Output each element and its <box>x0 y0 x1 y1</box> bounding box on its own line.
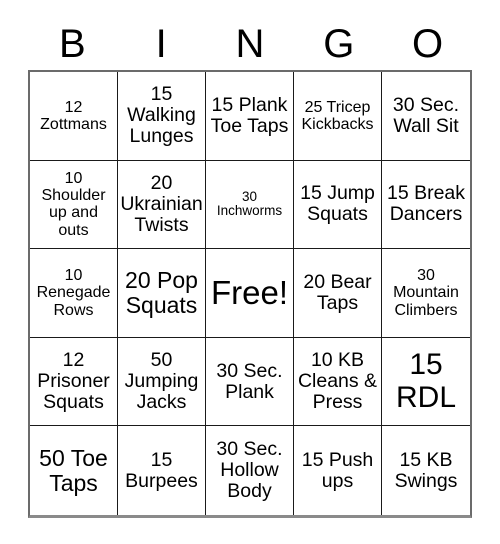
bingo-cell-r3c1[interactable]: 10 Renegade Rows <box>30 249 118 338</box>
bingo-header: BINGO <box>28 18 472 70</box>
bingo-cell-r5c5[interactable]: 15 KB Swings <box>382 426 470 515</box>
bingo-cell-label: 50 Jumping Jacks <box>124 349 199 414</box>
bingo-header-letter-o: O <box>412 22 444 66</box>
bingo-cell-label: 30 Sec. Plank <box>216 359 283 403</box>
bingo-header-letter-b: B <box>59 22 86 66</box>
bingo-cell-label: 12 Zottmans <box>40 98 107 133</box>
bingo-cell-label: 15 Walking Lunges <box>127 83 196 148</box>
bingo-cell-r5c2[interactable]: 15 Burpees <box>118 426 206 515</box>
bingo-cell-label: 15 Burpees <box>125 448 198 492</box>
bingo-cell-label: 15 RDL <box>395 348 456 414</box>
bingo-cell-r1c4[interactable]: 25 Tricep Kickbacks <box>294 72 382 161</box>
bingo-cell-r2c4[interactable]: 15 Jump Squats <box>294 160 382 250</box>
bingo-cell-label: 30 Sec. Hollow Body <box>216 438 283 503</box>
bingo-cell-r4c3[interactable]: 30 Sec. Plank <box>206 337 294 427</box>
bingo-cell-r2c5[interactable]: 15 Break Dancers <box>382 160 470 250</box>
bingo-card: B I N G O 12 Zottmans 15 Walking Lunges 15 Pla… <box>0 0 500 544</box>
bingo-cell-r4c4[interactable]: 10 KB Cleans & Press <box>294 337 382 427</box>
bingo-grid: 12 Zottmans 15 Walking Lunges 15 Plank Toe… <box>28 70 472 518</box>
bingo-cell-r4c5[interactable]: 15 RDL <box>382 337 470 427</box>
bingo-cell-r4c1[interactable]: 12 Prisoner Squats <box>30 337 118 427</box>
bingo-cell-label: 20 Bear Taps <box>303 270 372 314</box>
bingo-cell-label: 15 Break Dancers <box>386 182 466 226</box>
bingo-cell-label: 30 Mountain Climbers <box>393 267 459 319</box>
bingo-cell-label: 15 Push ups <box>301 448 374 492</box>
bingo-cell-label: 15 KB Swings <box>394 448 458 492</box>
bingo-cell-label: 20 Ukrainian Twists <box>120 171 203 236</box>
bingo-cell-label: Free! <box>210 274 289 312</box>
bingo-cell-r4c2[interactable]: 50 Jumping Jacks <box>118 337 206 427</box>
bingo-cell-label: 10 Renegade Rows <box>36 267 111 319</box>
bingo-cell-label: 10 KB Cleans & Press <box>297 349 378 414</box>
bingo-cell-label: 15 Plank Toe Taps <box>210 93 289 137</box>
bingo-cell-label: 20 Pop Squats <box>125 267 198 318</box>
bingo-cell-r5c4[interactable]: 15 Push ups <box>294 426 382 515</box>
bingo-cell-label: 50 Toe Taps <box>39 444 108 496</box>
bingo-cell-r3c4[interactable]: 20 Bear Taps <box>294 249 382 338</box>
bingo-cell-label: 30 Sec. Wall Sit <box>392 93 460 137</box>
bingo-cell-r1c3[interactable]: 15 Plank Toe Taps <box>206 72 294 161</box>
bingo-header-letter-g: G <box>323 22 355 66</box>
bingo-cell-r5c3[interactable]: 30 Sec. Hollow Body <box>206 426 294 515</box>
bingo-header-letter-n: N <box>235 22 265 66</box>
bingo-cell-label: 10 Shoulder up and outs <box>41 169 106 239</box>
bingo-cell-label: 25 Tricep Kickbacks <box>301 98 374 133</box>
bingo-cell-r5c1[interactable]: 50 Toe Taps <box>30 426 118 515</box>
bingo-cell-label: 12 Prisoner Squats <box>37 349 110 414</box>
bingo-cell-r2c3[interactable]: 30 Inchworms <box>206 160 294 250</box>
bingo-cell-r2c1[interactable]: 10 Shoulder up and outs <box>30 160 118 250</box>
bingo-cell-r3c5[interactable]: 30 Mountain Climbers <box>382 249 470 338</box>
bingo-cell-r1c1[interactable]: 12 Zottmans <box>30 72 118 161</box>
bingo-cell-r1c5[interactable]: 30 Sec. Wall Sit <box>382 72 470 161</box>
bingo-cell-r3c2[interactable]: 20 Pop Squats <box>118 249 206 338</box>
bingo-cell-label: 30 Inchworms <box>216 188 283 219</box>
bingo-cell-r2c2[interactable]: 20 Ukrainian Twists <box>118 160 206 250</box>
bingo-free-space[interactable]: Free! <box>206 249 294 338</box>
bingo-cell-r1c2[interactable]: 15 Walking Lunges <box>118 72 206 161</box>
bingo-cell-label: 15 Jump Squats <box>300 182 375 226</box>
bingo-header-letter-i: I <box>155 22 167 66</box>
